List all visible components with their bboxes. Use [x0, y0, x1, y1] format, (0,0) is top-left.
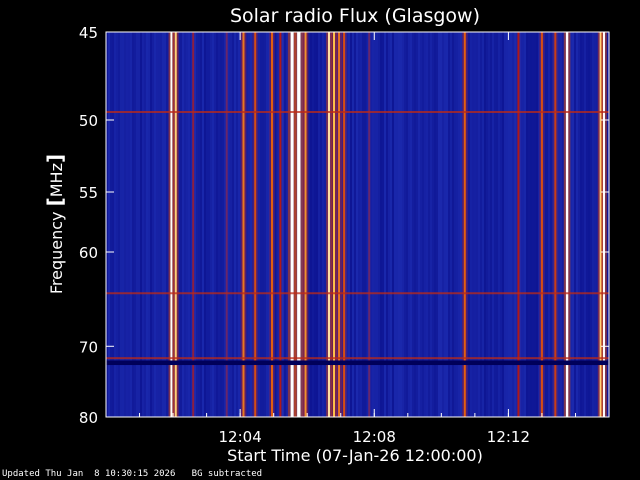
- interference-line: [106, 111, 609, 113]
- emission-burst: [223, 32, 230, 417]
- emission-burst: [563, 32, 571, 417]
- emission-burst: [601, 32, 607, 417]
- emission-burst: [366, 32, 373, 417]
- background-noise: [106, 32, 610, 417]
- chart-title: Solar radio Flux (Glasgow): [230, 5, 480, 27]
- emission-burst: [336, 32, 342, 417]
- footer: Updated Thu Jan 8 10:30:15 2026 BG subtr…: [2, 469, 262, 479]
- x-axis-label: Start Time (07-Jan-26 12:00:00): [227, 446, 483, 465]
- emission-burst: [252, 32, 259, 417]
- emission-burst: [539, 32, 545, 417]
- y-axis-label-bracket-left: [: [43, 197, 67, 206]
- emission-burst: [331, 32, 337, 417]
- y-tick-label: 50: [79, 112, 98, 130]
- y-tick-label: 80: [79, 409, 98, 427]
- y-tick-label: 60: [79, 244, 98, 262]
- emission-burst: [294, 32, 304, 417]
- background-note: BG subtracted: [191, 469, 263, 479]
- emission-burst: [269, 32, 275, 417]
- emission-burst: [172, 32, 179, 417]
- radio-spectrogram-figure: Solar radio Flux (Glasgow) 12:04 12:08 12:…: [43, 5, 610, 465]
- emission-burst: [190, 32, 196, 417]
- y-axis-label: Frequency [MHz]: [43, 154, 67, 294]
- blank-band: [106, 360, 609, 366]
- spectrogram-plot-area: [106, 32, 610, 417]
- emission-burst: [240, 32, 247, 417]
- emission-burst: [302, 32, 309, 417]
- interference-line: [106, 292, 609, 295]
- y-axis-label-bracket-right: ]: [43, 154, 67, 163]
- y-tick-label: 45: [79, 24, 98, 42]
- emission-burst: [341, 32, 347, 417]
- emission-burst: [461, 32, 468, 417]
- x-tick-label: 12:08: [353, 428, 396, 446]
- emission-burst: [515, 32, 522, 417]
- updated-timestamp: Updated Thu Jan 8 10:30:15 2026: [2, 469, 176, 479]
- emission-burst: [277, 32, 284, 417]
- emission-burst: [326, 32, 332, 417]
- interference-line: [106, 357, 609, 360]
- y-tick-label: 55: [79, 184, 98, 202]
- y-axis-label-text: Frequency: [47, 206, 66, 294]
- emission-burst: [552, 32, 559, 417]
- x-tick-label: 12:12: [487, 428, 530, 446]
- y-tick-label: 70: [79, 338, 98, 356]
- y-axis-label-unit: MHz: [47, 163, 66, 197]
- x-tick-label: 12:04: [219, 428, 262, 446]
